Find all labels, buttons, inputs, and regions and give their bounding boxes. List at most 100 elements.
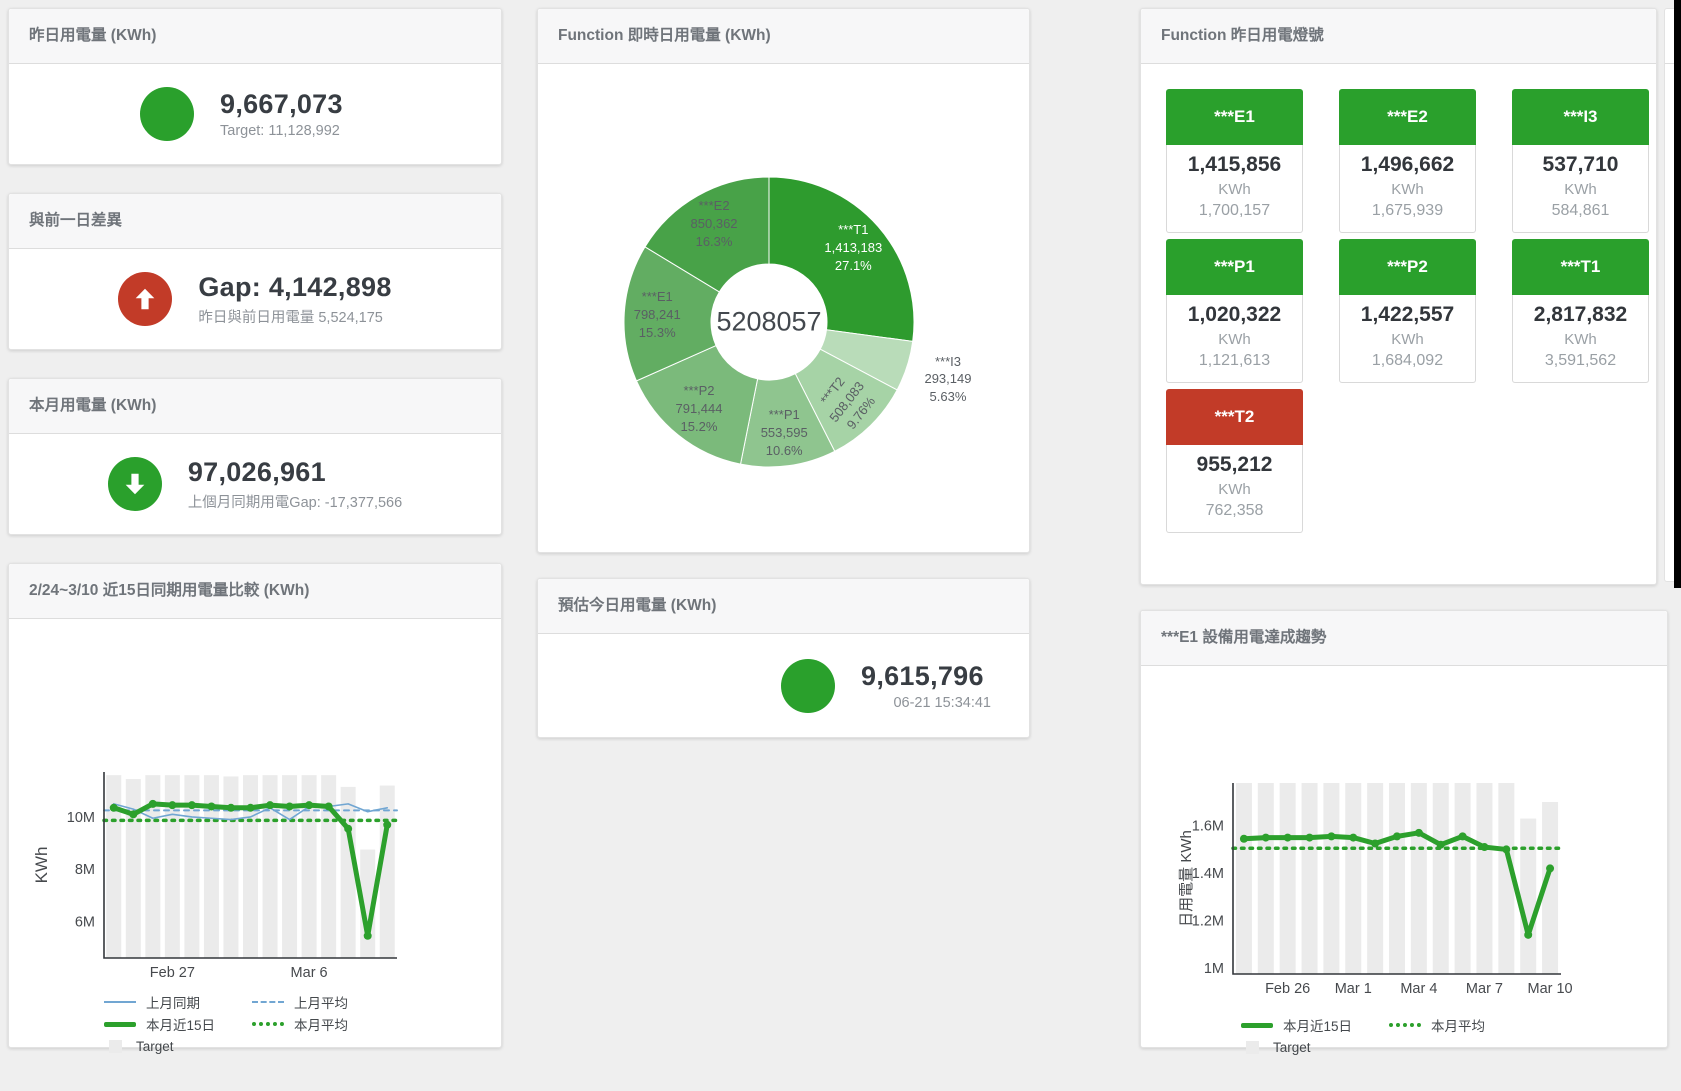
legend-label: 本月平均 [294,1014,348,1034]
panel-forecast-header[interactable]: 預估今日用電量 (KWh) [538,579,1029,634]
panel-title: Function 即時日用電量 (KWh) [538,9,1029,63]
status-tile-E1: ***E11,415,856KWh1,700,157 [1166,89,1303,233]
tile-value: 955,212 [1167,453,1302,477]
status-tile-I3: ***I3 537,710 KWh 584,861 [1512,89,1649,233]
tile-target: 1,121,613 [1167,352,1302,370]
svg-text:Mar 6: Mar 6 [291,965,328,981]
e1-trend-legend: 本月近15日 本月平均 Target [1141,1014,1667,1058]
legend-item[interactable]: 本月近15日 [1241,1015,1389,1035]
legend-label: 上月平均 [294,992,348,1012]
legend-item[interactable]: 本月平均 [252,1014,400,1034]
svg-text:Feb 27: Feb 27 [150,965,195,981]
legend-label: Target [136,1039,174,1054]
svg-text:日用電量 KWh: 日用電量 KWh [1178,830,1195,927]
legend-sample [104,1001,136,1003]
legend-item[interactable]: Target [104,1039,252,1054]
forecast-value: 9,615,796 [861,661,991,692]
arrow-up-icon [131,285,159,313]
tile-label: ***T1 [1512,239,1649,295]
panel-gap-prev-day: 與前一日差異 Gap: 4,142,898 昨日與前日用電量 5,524,175 [8,193,502,350]
legend-item[interactable]: Target [1241,1040,1389,1055]
status-tile-P2: ***P2 1,422,557 KWh 1,684,092 [1339,239,1476,383]
tile-value: 1,422,557 [1340,303,1475,327]
yesterday-target: Target: 11,128,992 [220,123,370,139]
month-value: 97,026,961 [188,457,402,488]
svg-text:Feb 26: Feb 26 [1265,981,1310,997]
panel-e1-header[interactable]: ***E1 設備用電達成趨勢 [1141,611,1667,666]
status-tile-P1: ***P11,020,322KWh1,121,613 [1166,239,1303,383]
tile-unit: KWh [1167,331,1302,348]
legend-label: 上月同期 [146,992,200,1012]
panel-month-header[interactable]: 本月用電量 (KWh) [9,379,501,434]
forecast-timestamp: 06-21 15:34:41 [861,695,991,711]
panel-title: ***E1 設備用電達成趨勢 [1141,611,1667,665]
panel-realtime-header[interactable]: Function 即時日用電量 (KWh) [538,9,1029,64]
tile-label: ***T2 [1166,389,1303,445]
panel-lights-header[interactable]: Function 昨日用電燈號 [1141,9,1656,64]
arrow-down-icon [121,470,149,498]
lights-grid: ***E11,415,856KWh1,700,157***E21,496,662… [1141,64,1656,533]
status-tile-T2: ***T2 955,212 KWh 762,358 [1166,389,1303,533]
power-dashboard: 昨日用電量 (KWh) 9,667,073 Target: 11,128,992… [0,0,1681,1091]
realtime-donut-chart: ***T11,413,18327.1%***I3293,1495.63%***T… [538,64,1029,552]
legend-item[interactable]: 本月近15日 [104,1014,252,1034]
status-circle-green [781,659,835,713]
tile-target: 584,861 [1513,202,1648,220]
panel-realtime-donut: Function 即時日用電量 (KWh) ***T11,413,18327.1… [537,8,1030,553]
svg-text:KWh: KWh [32,847,51,884]
panel-forecast: 預估今日用電量 (KWh) 9,615,796 06-21 15:34:41 [537,578,1030,738]
tile-unit: KWh [1167,481,1302,498]
tile-unit: KWh [1167,181,1302,198]
svg-text:Mar 1: Mar 1 [1335,981,1372,997]
yesterday-value: 9,667,073 [220,89,370,120]
compare15-legend: 上月同期 上月平均本月近15日 本月平均 Target [9,991,501,1057]
panel-yesterday-header[interactable]: 昨日用電量 (KWh) [9,9,501,64]
panel-e1-trend: ***E1 設備用電達成趨勢 1M1.2M1.4M1.6MFeb 26Mar 1… [1140,610,1668,1048]
svg-text:1.2M: 1.2M [1192,914,1224,930]
panel-title: 本月用電量 (KWh) [9,379,501,433]
tile-value: 537,710 [1513,153,1648,177]
svg-text:8M: 8M [75,862,95,878]
panel-compare15-header[interactable]: 2/24~3/10 近15日同期用電量比較 (KWh) [9,564,501,619]
panel-compare15: 2/24~3/10 近15日同期用電量比較 (KWh) 6M 8M 10M Feb 2… [8,563,502,1048]
tile-unit: KWh [1513,181,1648,198]
tile-target: 3,591,562 [1513,352,1648,370]
legend-label: Target [1273,1040,1311,1055]
tile-unit: KWh [1340,331,1475,348]
gap-value: Gap: 4,142,898 [198,272,391,303]
panel-gap-header[interactable]: 與前一日差異 [9,194,501,249]
status-circle-red [118,272,172,326]
svg-text:10M: 10M [67,810,95,826]
status-tile-E2: ***E21,496,662KWh1,675,939 [1339,89,1476,233]
tile-label: ***I3 [1512,89,1649,145]
status-tile-T1: ***T12,817,832KWh3,591,562 [1512,239,1649,383]
tile-target: 1,675,939 [1340,202,1475,220]
svg-text:1.4M: 1.4M [1192,866,1224,882]
panel-month-usage: 本月用電量 (KWh) 97,026,961 上個月同期用電Gap: -17,3… [8,378,502,535]
panel-title: 昨日用電量 (KWh) [9,9,501,63]
tile-label: ***P1 [1166,239,1303,295]
tile-label: ***P2 [1339,239,1476,295]
tile-target: 1,700,157 [1167,202,1302,220]
panel-status-lights: Function 昨日用電燈號 ***E11,415,856KWh1,700,1… [1140,8,1657,585]
gap-subtext: 昨日與前日用電量 5,524,175 [198,306,391,327]
svg-text:Mar 7: Mar 7 [1466,981,1503,997]
tile-target: 762,358 [1167,502,1302,520]
legend-item[interactable]: 上月平均 [252,992,400,1012]
donut-center-total: 5208057 [716,307,821,338]
tile-label: ***E1 [1166,89,1303,145]
svg-text:6M: 6M [75,914,95,930]
legend-sample [252,1001,284,1003]
tile-unit: KWh [1513,331,1648,348]
month-gap: 上個月同期用電Gap: -17,377,566 [188,491,402,512]
legend-label: 本月近15日 [1283,1015,1352,1035]
svg-text:Mar 10: Mar 10 [1527,981,1572,997]
legend-item[interactable]: 上月同期 [104,992,252,1012]
tile-value: 1,496,662 [1340,153,1475,177]
panel-title: 2/24~3/10 近15日同期用電量比較 (KWh) [9,564,501,618]
panel-yesterday-usage: 昨日用電量 (KWh) 9,667,073 Target: 11,128,992 [8,8,502,165]
tile-unit: KWh [1340,181,1475,198]
legend-item[interactable]: 本月平均 [1389,1015,1537,1035]
tile-target: 1,684,092 [1340,352,1475,370]
legend-sample [109,1040,122,1053]
